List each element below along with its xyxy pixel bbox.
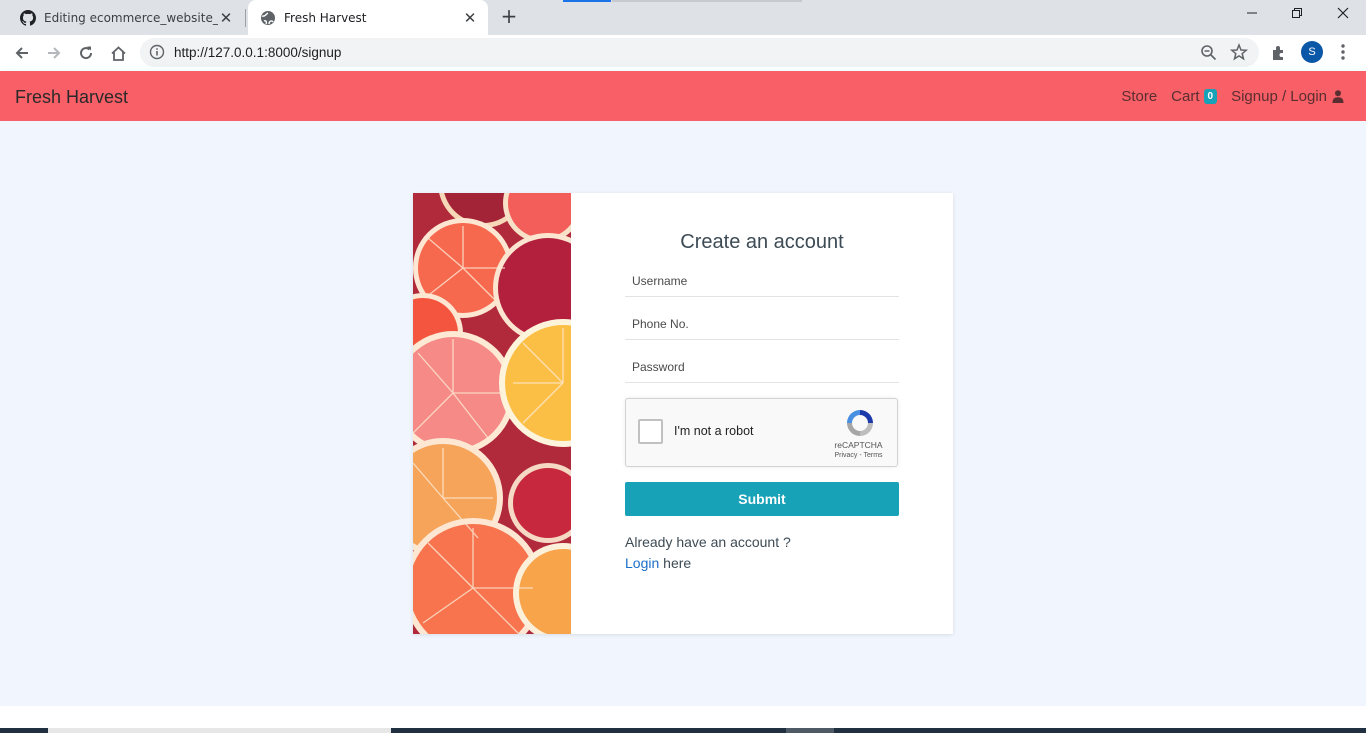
tab-strip-indicator-secondary bbox=[612, 0, 802, 2]
home-icon bbox=[110, 45, 126, 61]
taskbar-search[interactable] bbox=[48, 728, 391, 733]
minimize-window-button[interactable] bbox=[1232, 4, 1272, 26]
profile-avatar[interactable]: S bbox=[1301, 41, 1323, 63]
close-window-button[interactable] bbox=[1323, 4, 1363, 26]
brand-logo[interactable]: Fresh Harvest bbox=[15, 71, 128, 123]
new-tab-button[interactable]: + bbox=[499, 6, 519, 27]
signup-card: Create an account I'm not a robot r bbox=[413, 193, 953, 634]
back-button[interactable] bbox=[8, 39, 36, 67]
nav-signup-login-link[interactable]: Signup / Login bbox=[1231, 88, 1344, 105]
github-icon bbox=[20, 9, 36, 26]
password-input[interactable] bbox=[625, 355, 899, 379]
nav-signup-login-label: Signup / Login bbox=[1231, 87, 1327, 105]
login-prompt: Already have an account ? Login here bbox=[625, 532, 899, 574]
address-bar[interactable]: http://127.0.0.1:8000/signup bbox=[140, 38, 1259, 67]
recaptcha-logo-icon bbox=[847, 410, 873, 436]
more-menu-icon[interactable] bbox=[1336, 43, 1350, 61]
submit-button[interactable]: Submit bbox=[625, 482, 899, 516]
browser-toolbar: http://127.0.0.1:8000/signup S bbox=[0, 35, 1366, 70]
url-text[interactable]: http://127.0.0.1:8000/signup bbox=[174, 38, 341, 67]
phone-field-wrapper bbox=[625, 304, 899, 340]
reload-button[interactable] bbox=[72, 39, 100, 67]
signup-form: Create an account I'm not a robot r bbox=[625, 193, 899, 574]
password-field-wrapper bbox=[625, 347, 899, 383]
cart-count-badge: 0 bbox=[1203, 88, 1218, 104]
restore-window-button[interactable] bbox=[1277, 4, 1317, 26]
citrus-image bbox=[413, 193, 571, 634]
login-link[interactable]: Login bbox=[625, 555, 659, 571]
extensions-puzzle-icon[interactable] bbox=[1270, 44, 1288, 62]
nav-store-label: Store bbox=[1121, 87, 1158, 105]
tab-divider bbox=[245, 9, 246, 27]
close-tab-icon[interactable]: ✕ bbox=[462, 10, 478, 26]
nav-cart-label: Cart bbox=[1171, 87, 1200, 105]
browser-tab-github[interactable]: Editing ecommerce_website_djan ✕ bbox=[8, 0, 244, 35]
login-prompt-text: Already have an account ? bbox=[625, 534, 791, 550]
reload-icon bbox=[80, 46, 93, 60]
arrow-right-icon bbox=[48, 47, 61, 59]
login-suffix: here bbox=[659, 555, 692, 571]
recaptcha-checkbox[interactable] bbox=[638, 419, 663, 444]
browser-tab-bar: Editing ecommerce_website_djan ✕ Fresh H… bbox=[0, 0, 1366, 35]
nav-store-link[interactable]: Store bbox=[1121, 88, 1157, 105]
bookmark-star-icon[interactable] bbox=[1230, 43, 1248, 61]
page-body: Create an account I'm not a robot r bbox=[0, 121, 1366, 706]
tab-title: Editing ecommerce_website_djan bbox=[44, 10, 218, 25]
recaptcha-brand: reCAPTCHA bbox=[834, 440, 883, 450]
nav-cart-link[interactable]: Cart 0 bbox=[1171, 87, 1218, 105]
tab-strip-indicator bbox=[563, 0, 611, 2]
username-input[interactable] bbox=[625, 269, 899, 293]
taskbar-item[interactable] bbox=[786, 728, 834, 733]
browser-tab-active[interactable]: Fresh Harvest ✕ bbox=[248, 0, 488, 35]
site-navbar: Fresh Harvest Store Cart 0 Signup / Logi… bbox=[0, 71, 1366, 121]
recaptcha-privacy-terms[interactable]: Privacy - Terms bbox=[821, 452, 896, 459]
form-title: Create an account bbox=[680, 231, 844, 253]
recaptcha-label: I'm not a robot bbox=[674, 424, 754, 438]
home-button[interactable] bbox=[104, 39, 132, 67]
login-line: Login here bbox=[625, 553, 899, 574]
phone-input[interactable] bbox=[625, 312, 899, 336]
info-icon[interactable] bbox=[149, 44, 165, 60]
zoom-icon[interactable] bbox=[1200, 44, 1217, 61]
close-tab-icon[interactable]: ✕ bbox=[218, 10, 234, 26]
tab-title: Fresh Harvest bbox=[284, 10, 367, 25]
forward-button[interactable] bbox=[40, 39, 68, 67]
globe-icon bbox=[260, 10, 276, 26]
username-field-wrapper bbox=[625, 261, 899, 297]
navbar-links: Store Cart 0 Signup / Login bbox=[1107, 71, 1344, 121]
user-icon bbox=[1332, 89, 1344, 103]
recaptcha-widget: I'm not a robot reCAPTCHA Privacy - Term… bbox=[625, 398, 898, 467]
os-taskbar bbox=[0, 728, 1366, 733]
arrow-left-icon bbox=[15, 47, 28, 59]
